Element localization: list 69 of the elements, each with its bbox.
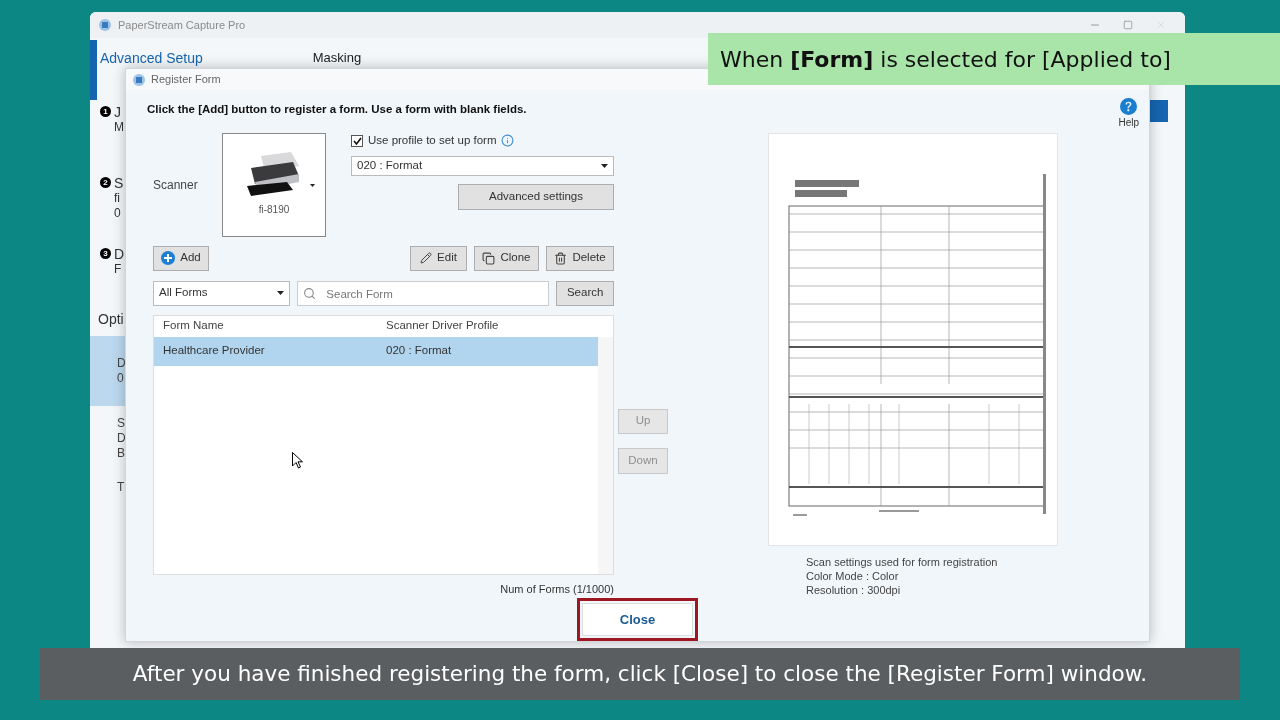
profile-dropdown[interactable]: 020 : Format (351, 155, 614, 176)
dropdown-caret-icon (277, 291, 285, 295)
step-text: D (114, 246, 125, 262)
section-title: Advanced Setup (100, 49, 203, 68)
table-cell-text: Healthcare Provider (162, 343, 266, 359)
column-header[interactable]: Form Name (154, 317, 386, 335)
search-field[interactable]: Search Form (297, 281, 550, 306)
app-icon (98, 18, 112, 32)
scan-setting-text: Resolution : 300dpi (806, 582, 902, 597)
dropdown-caret-icon (601, 163, 608, 168)
forms-count: Num of Forms (1/1000) (500, 581, 614, 597)
pencil-icon (420, 252, 433, 264)
instruction-text: Click the [Add] button to register a form. Use a form with blank fields. (147, 102, 527, 118)
advanced-settings-button[interactable]: Advanced settings (458, 183, 614, 210)
step-text: S (114, 175, 124, 191)
option-text: D (117, 431, 125, 446)
option-item[interactable]: D 0 (90, 336, 125, 406)
dialog-title: Register Form (151, 72, 221, 88)
app-icon (132, 72, 146, 87)
search-button[interactable]: Search (556, 280, 614, 306)
step-number: 2 (100, 177, 111, 188)
banner-text: When [Form] is selected for [Applied to] (720, 45, 1171, 74)
copy-icon (482, 251, 496, 265)
cursor-icon (292, 452, 303, 469)
step-text: fi (114, 191, 121, 206)
maximize-icon[interactable] (1123, 20, 1133, 30)
option-text: B (117, 446, 125, 461)
add-button[interactable]: Add (153, 245, 209, 271)
option-text: S (117, 416, 125, 431)
delete-button[interactable]: Delete (546, 245, 614, 271)
profile-checkbox[interactable]: Use profile to set up form (351, 132, 614, 149)
scanner-label: Scanner (153, 176, 199, 194)
step-text: M (114, 120, 124, 135)
checkmark-icon (352, 136, 362, 145)
caption-text: After you have finished registering the form, click [Close] to close the [Register Form] window. (132, 659, 1148, 688)
dropdown-caret-icon (310, 183, 315, 187)
close-button[interactable]: Close (582, 603, 693, 636)
scrollbar[interactable] (598, 336, 613, 574)
plus-icon (161, 251, 176, 265)
option-item[interactable]: S D B (90, 406, 125, 470)
filter-dropdown[interactable]: All Forms (153, 280, 291, 306)
tab-label[interactable]: Masking (312, 48, 362, 69)
clone-button[interactable]: Clone (474, 245, 539, 271)
step-number: 3 (100, 248, 111, 259)
side-button[interactable] (1150, 100, 1168, 122)
window-title: PaperStream Capture Pro (118, 17, 246, 33)
scanner-tile[interactable]: fi-8190 (222, 132, 326, 237)
search-icon (303, 286, 317, 300)
section-accent (90, 40, 97, 100)
option-text: 0 (117, 371, 125, 386)
edit-button[interactable]: Edit (410, 245, 467, 271)
step-text: J (114, 104, 122, 120)
trash-icon (554, 251, 568, 265)
option-text: D (117, 356, 125, 371)
scanner-model: fi-8190 (258, 203, 290, 217)
option-item[interactable]: T (90, 470, 125, 534)
column-header[interactable]: Scanner Driver Profile (386, 317, 613, 335)
step-text: F (114, 262, 123, 277)
help-icon (1120, 98, 1138, 116)
table-row[interactable]: Healthcare Provider 020 : Format (154, 336, 599, 366)
section-heading: Opti (97, 310, 125, 329)
help-button[interactable]: Help (1118, 98, 1139, 131)
option-text: T (117, 480, 125, 495)
table-cell-text: 020 : Format (386, 343, 453, 359)
step-text: 0 (114, 206, 122, 221)
scan-setting-text: Scan settings used for form registration (806, 554, 999, 569)
scan-setting-text: Color Mode : Color (806, 568, 900, 583)
info-icon (501, 134, 515, 147)
step-number: 1 (100, 106, 111, 117)
